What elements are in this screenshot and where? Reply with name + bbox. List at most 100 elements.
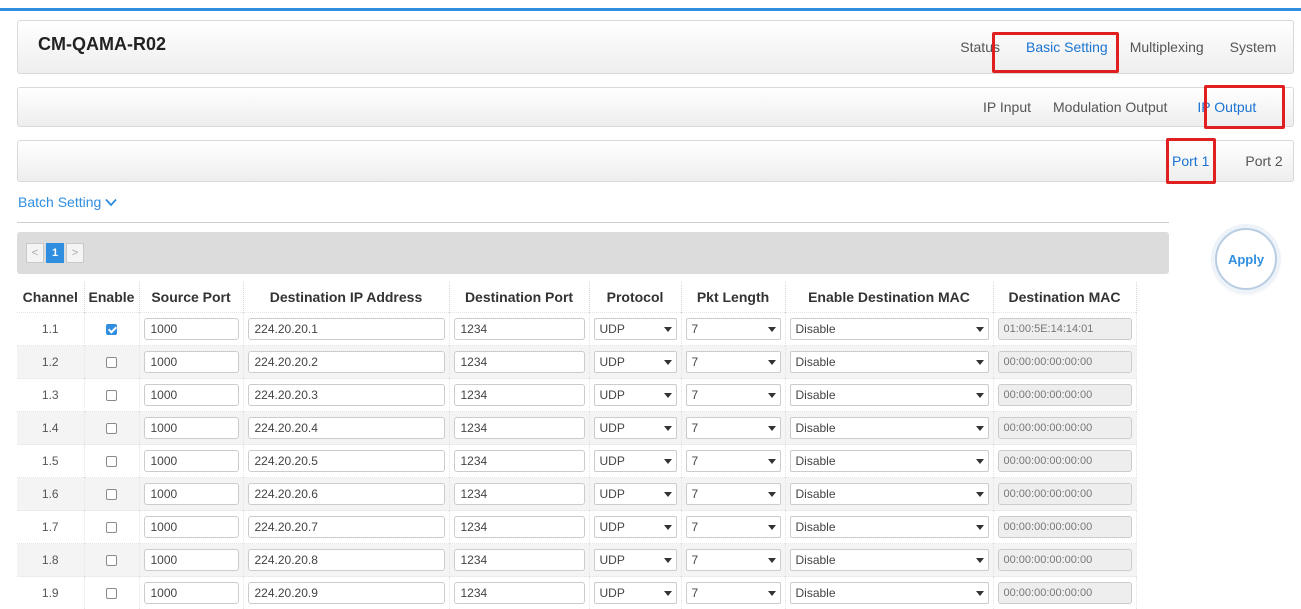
nav-status[interactable]: Status bbox=[936, 39, 1000, 55]
enable-checkbox[interactable] bbox=[106, 390, 117, 401]
enable-checkbox[interactable] bbox=[106, 555, 117, 566]
destination-port-input[interactable]: 1234 bbox=[454, 384, 585, 406]
protocol-select[interactable]: UDP bbox=[594, 516, 677, 538]
pkt-length-select[interactable]: 7 bbox=[686, 549, 781, 571]
pkt-length-value: 7 bbox=[692, 487, 699, 501]
enable-destination-mac-select[interactable]: Disable bbox=[790, 549, 989, 571]
enable-destination-mac-select[interactable]: Disable bbox=[790, 417, 989, 439]
pkt-length-value: 7 bbox=[692, 586, 699, 600]
nav-system[interactable]: System bbox=[1230, 39, 1277, 55]
dest-mac-cell: 01:00:5E:14:14:01 bbox=[993, 313, 1136, 346]
pkt-length-select[interactable]: 7 bbox=[686, 450, 781, 472]
source-port-input[interactable]: 1000 bbox=[144, 351, 239, 373]
source-port-input[interactable]: 1000 bbox=[144, 483, 239, 505]
destination-ip-input[interactable]: 224.20.20.2 bbox=[248, 351, 445, 373]
destination-ip-input[interactable]: 224.20.20.9 bbox=[248, 582, 445, 604]
protocol-select[interactable]: UDP bbox=[594, 318, 677, 340]
enable-destination-mac-select[interactable]: Disable bbox=[790, 483, 989, 505]
enable-checkbox[interactable] bbox=[106, 357, 117, 368]
pkt-length-cell: 7 bbox=[681, 511, 785, 544]
pkt-length-select[interactable]: 7 bbox=[686, 516, 781, 538]
destination-ip-input[interactable]: 224.20.20.7 bbox=[248, 516, 445, 538]
channel-cell: 1.6 bbox=[17, 478, 84, 511]
destination-port-input[interactable]: 1234 bbox=[454, 318, 585, 340]
pager-page-1[interactable]: 1 bbox=[46, 243, 64, 263]
destination-ip-input[interactable]: 224.20.20.3 bbox=[248, 384, 445, 406]
protocol-select[interactable]: UDP bbox=[594, 483, 677, 505]
pkt-length-select[interactable]: 7 bbox=[686, 384, 781, 406]
batch-setting-toggle[interactable]: Batch Setting bbox=[18, 194, 117, 210]
destination-port-input[interactable]: 1234 bbox=[454, 549, 585, 571]
enable-destination-mac-select[interactable]: Disable bbox=[790, 384, 989, 406]
protocol-select[interactable]: UDP bbox=[594, 582, 677, 604]
enable-destination-mac-select[interactable]: Disable bbox=[790, 450, 989, 472]
enable-checkbox[interactable] bbox=[106, 423, 117, 434]
pkt-length-select[interactable]: 7 bbox=[686, 582, 781, 604]
destination-port-input[interactable]: 1234 bbox=[454, 516, 585, 538]
source-port-input[interactable]: 1000 bbox=[144, 582, 239, 604]
enable-destination-mac-select[interactable]: Disable bbox=[790, 582, 989, 604]
source-port-input[interactable]: 1000 bbox=[144, 417, 239, 439]
destination-ip-input[interactable]: 224.20.20.4 bbox=[248, 417, 445, 439]
enable-destination-mac-select[interactable]: Disable bbox=[790, 351, 989, 373]
enable-dest-mac-cell: Disable bbox=[785, 478, 993, 511]
source-port-input[interactable]: 1000 bbox=[144, 450, 239, 472]
destination-port-input[interactable]: 1234 bbox=[454, 417, 585, 439]
enable-cell bbox=[84, 544, 139, 577]
header-destination-ip: Destination IP Address bbox=[243, 282, 449, 313]
pkt-length-select[interactable]: 7 bbox=[686, 351, 781, 373]
destination-port-input[interactable]: 1234 bbox=[454, 351, 585, 373]
enable-checkbox[interactable] bbox=[106, 489, 117, 500]
protocol-select[interactable]: UDP bbox=[594, 549, 677, 571]
destination-ip-input[interactable]: 224.20.20.5 bbox=[248, 450, 445, 472]
pkt-length-select[interactable]: 7 bbox=[686, 318, 781, 340]
protocol-select[interactable]: UDP bbox=[594, 450, 677, 472]
destination-mac-input: 01:00:5E:14:14:01 bbox=[998, 318, 1132, 340]
pkt-length-select[interactable]: 7 bbox=[686, 483, 781, 505]
destination-port-input[interactable]: 1234 bbox=[454, 582, 585, 604]
source-port-cell: 1000 bbox=[139, 445, 243, 478]
destination-ip-input[interactable]: 224.20.20.1 bbox=[248, 318, 445, 340]
protocol-cell: UDP bbox=[589, 478, 681, 511]
protocol-value: UDP bbox=[600, 421, 625, 435]
destination-mac-input: 00:00:00:00:00:00 bbox=[998, 450, 1132, 472]
source-port-input[interactable]: 1000 bbox=[144, 384, 239, 406]
protocol-select[interactable]: UDP bbox=[594, 417, 677, 439]
nav-basic-setting[interactable]: Basic Setting bbox=[1026, 39, 1108, 55]
tab-ip-input[interactable]: IP Input bbox=[983, 99, 1031, 115]
destination-ip-input[interactable]: 224.20.20.8 bbox=[248, 549, 445, 571]
pkt-length-value: 7 bbox=[692, 322, 699, 336]
table-row: 1.61000224.20.20.61234UDP7Disable00:00:0… bbox=[17, 478, 1136, 511]
enable-checkbox[interactable] bbox=[106, 324, 117, 335]
protocol-select[interactable]: UDP bbox=[594, 384, 677, 406]
apply-button[interactable]: Apply bbox=[1215, 228, 1277, 290]
pager-next-button[interactable]: > bbox=[66, 243, 84, 263]
pkt-length-cell: 7 bbox=[681, 544, 785, 577]
pager-prev-button[interactable]: < bbox=[26, 243, 44, 263]
protocol-select[interactable]: UDP bbox=[594, 351, 677, 373]
tab-port-2[interactable]: Port 2 bbox=[1245, 153, 1282, 169]
enable-cell bbox=[84, 379, 139, 412]
source-port-cell: 1000 bbox=[139, 313, 243, 346]
tab-modulation-output[interactable]: Modulation Output bbox=[1053, 99, 1167, 115]
dest-mac-cell: 00:00:00:00:00:00 bbox=[993, 346, 1136, 379]
source-port-input[interactable]: 1000 bbox=[144, 516, 239, 538]
destination-port-input[interactable]: 1234 bbox=[454, 483, 585, 505]
tab-port-1[interactable]: Port 1 bbox=[1172, 153, 1209, 169]
enable-destination-mac-select[interactable]: Disable bbox=[790, 318, 989, 340]
protocol-cell: UDP bbox=[589, 544, 681, 577]
enable-checkbox[interactable] bbox=[106, 522, 117, 533]
source-port-input[interactable]: 1000 bbox=[144, 318, 239, 340]
nav-multiplexing[interactable]: Multiplexing bbox=[1130, 39, 1204, 55]
protocol-cell: UDP bbox=[589, 346, 681, 379]
destination-ip-input[interactable]: 224.20.20.6 bbox=[248, 483, 445, 505]
enable-checkbox[interactable] bbox=[106, 588, 117, 599]
pkt-length-select[interactable]: 7 bbox=[686, 417, 781, 439]
source-port-input[interactable]: 1000 bbox=[144, 549, 239, 571]
enable-checkbox[interactable] bbox=[106, 456, 117, 467]
destination-port-input[interactable]: 1234 bbox=[454, 450, 585, 472]
enable-destination-mac-select[interactable]: Disable bbox=[790, 516, 989, 538]
ip-output-table: Channel Enable Source Port Destination I… bbox=[17, 282, 1137, 609]
protocol-cell: UDP bbox=[589, 445, 681, 478]
tab-ip-output[interactable]: IP Output bbox=[1197, 99, 1256, 115]
